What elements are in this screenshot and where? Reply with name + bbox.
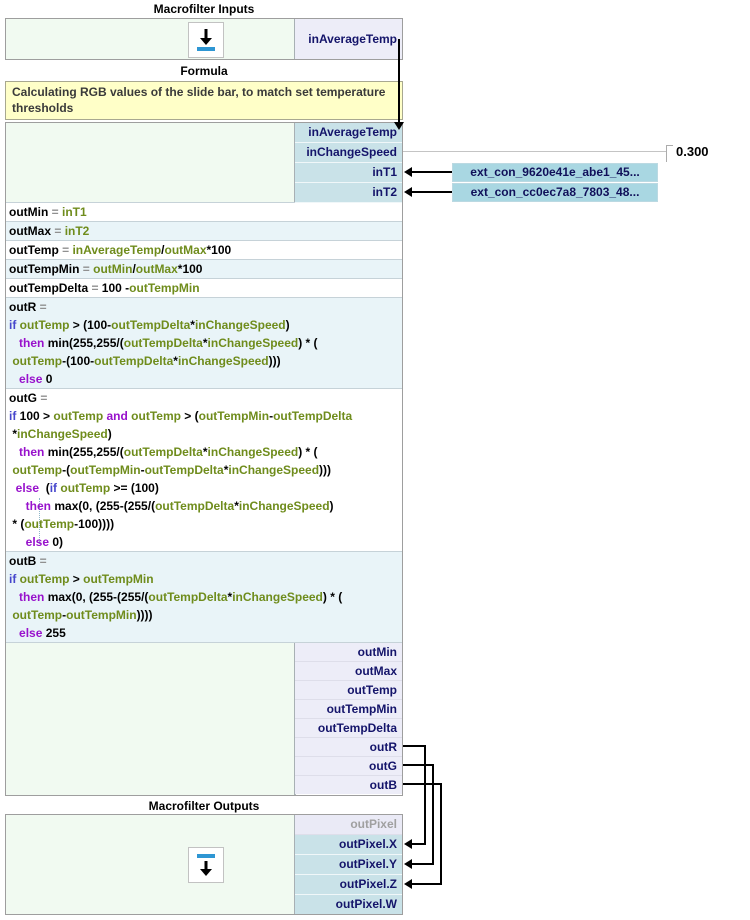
port-inChangeSpeed[interactable]: inChangeSpeed	[295, 143, 402, 163]
code-line: then max(0, (255-(255/(outTempDelta*inCh…	[9, 588, 402, 606]
code-line: *inChangeSpeed)	[9, 425, 402, 443]
formula-body-background	[6, 123, 296, 202]
formula-row-outR[interactable]: outR =if outTemp > (100-outTempDelta*inC…	[6, 298, 402, 389]
code-line: else (if outTemp >= (100)	[9, 479, 402, 497]
code-line: outTemp-(100-outTempDelta*inChangeSpeed)…	[9, 352, 402, 370]
connection-outG-outPixelY[interactable]	[412, 863, 434, 865]
code-line: outTempMin = outMin/outMax*100	[9, 260, 402, 278]
formula-block-title: Formula	[5, 64, 403, 78]
port-inAverageTemp-source[interactable]: inAverageTemp	[294, 19, 402, 59]
formula-row-outTemp[interactable]: outTemp = inAverageTemp/outMax*100	[6, 241, 402, 260]
code-line: else 255	[9, 624, 402, 642]
macrofilter-inputs-block[interactable]: inAverageTemp	[5, 18, 403, 60]
formula-row-outTempDelta[interactable]: outTempDelta = 100 -outTempMin	[6, 279, 402, 298]
code-line: then min(255,255/(outTempDelta*inChangeS…	[9, 443, 402, 461]
port-inT1[interactable]: inT1	[295, 163, 402, 183]
arrow-into-bar-icon	[190, 24, 222, 56]
value-bracket-glyph	[666, 145, 673, 162]
formula-row-outMin[interactable]: outMin = inT1	[6, 203, 402, 222]
port-inAverageTemp[interactable]: inAverageTemp	[295, 123, 402, 143]
arrowhead-down-icon	[394, 122, 404, 130]
connection-outB-outPixelZ[interactable]	[412, 883, 442, 885]
code-line: outTempDelta = 100 -outTempMin	[9, 279, 402, 297]
macrofilter-diagram: Macrofilter Inputs inAverageTemp Formula…	[0, 0, 750, 920]
formula-input-port-column: inAverageTempinChangeSpeedinT1inT2	[294, 123, 402, 202]
code-line: outTemp = inAverageTemp/outMax*100	[9, 241, 402, 259]
arrowhead-left-icon	[404, 187, 412, 197]
connection-inT2[interactable]	[412, 191, 452, 193]
formula-output-port-column: outMinoutMaxoutTempoutTempMinoutTempDelt…	[294, 643, 402, 795]
inChangeSpeed-constant-value[interactable]: 0.300	[676, 144, 709, 159]
connection-outG-outPixelY[interactable]	[432, 764, 434, 865]
formula-comment[interactable]: Calculating RGB values of the slide bar,…	[5, 81, 403, 120]
port-outMax[interactable]: outMax	[295, 662, 402, 681]
port-inT2[interactable]: inT2	[295, 183, 402, 203]
code-line: outTemp-(outTempMin-outTempDelta*inChang…	[9, 461, 402, 479]
code-line: outG =	[9, 389, 402, 407]
formula-output-ports-area: outMinoutMaxoutTempoutTempMinoutTempDelt…	[6, 643, 402, 795]
port-outTemp[interactable]: outTemp	[295, 681, 402, 700]
code-line: else 0	[9, 370, 402, 388]
formula-row-outG[interactable]: outG =if 100 > outTemp and outTemp > (ou…	[6, 389, 402, 552]
bar-into-arrow-icon	[190, 849, 222, 881]
port-outPixel.X[interactable]: outPixel.X	[295, 835, 402, 855]
code-line: else 0)	[9, 533, 402, 551]
formula-input-ports-area: inAverageTempinChangeSpeedinT1inT2	[6, 123, 402, 203]
port-outR[interactable]: outR	[295, 738, 402, 757]
code-line: outTemp-outTempMin))))	[9, 606, 402, 624]
formula-body-background	[6, 643, 296, 795]
formula-row-outTempMin[interactable]: outTempMin = outMin/outMax*100	[6, 260, 402, 279]
macrofilter-output-icon	[188, 847, 224, 883]
formula-row-outMax[interactable]: outMax = inT2	[6, 222, 402, 241]
code-line: outR =	[9, 298, 402, 316]
code-line: if outTemp > outTempMin	[9, 570, 402, 588]
port-outG[interactable]: outG	[295, 757, 402, 776]
code-line: outMin = inT1	[9, 203, 402, 221]
connection-outR-outPixelX[interactable]	[412, 843, 426, 845]
code-line: outMax = inT2	[9, 222, 402, 240]
ext-connection-inT2[interactable]: ext_con_cc0ec7a8_7803_48...	[452, 183, 658, 202]
connection-outG-outPixelY[interactable]	[403, 764, 434, 766]
arrowhead-left-icon	[404, 859, 412, 869]
code-line: outB =	[9, 552, 402, 570]
outputs-port-column: outPixeloutPixel.XoutPixel.YoutPixel.Zou…	[294, 815, 402, 914]
connection-outR-outPixelX[interactable]	[403, 745, 426, 747]
connection-outB-outPixelZ[interactable]	[440, 783, 442, 885]
connection-outR-outPixelX[interactable]	[424, 745, 426, 845]
port-outTempMin[interactable]: outTempMin	[295, 700, 402, 719]
connection-outB-outPixelZ[interactable]	[403, 783, 442, 785]
code-line: * (outTemp-100))))	[9, 515, 402, 533]
ext-connection-inT1[interactable]: ext_con_9620e41e_abe1_45...	[452, 163, 658, 182]
connection-inAverageTemp[interactable]	[398, 39, 400, 123]
code-line: then max(0, (255-(255/(outTempDelta*inCh…	[9, 497, 402, 515]
formula-block[interactable]: inAverageTempinChangeSpeedinT1inT2 outMi…	[5, 122, 403, 796]
arrowhead-left-icon	[404, 839, 412, 849]
port-outTempDelta[interactable]: outTempDelta	[295, 719, 402, 738]
connection-inChangeSpeed-value[interactable]	[403, 151, 666, 152]
port-outB[interactable]: outB	[295, 776, 402, 794]
connection-inT1[interactable]	[412, 171, 452, 173]
macrofilter-input-icon	[188, 22, 224, 58]
formula-row-outB[interactable]: outB =if outTemp > outTempMin then max(0…	[6, 552, 402, 643]
port-outPixel[interactable]: outPixel	[295, 815, 402, 835]
port-outPixel.Z[interactable]: outPixel.Z	[295, 875, 402, 895]
port-outPixel.W[interactable]: outPixel.W	[295, 895, 402, 914]
code-line: if outTemp > (100-outTempDelta*inChangeS…	[9, 316, 402, 334]
outputs-block-title: Macrofilter Outputs	[5, 799, 403, 813]
code-line: then min(255,255/(outTempDelta*inChangeS…	[9, 334, 402, 352]
port-outPixel.Y[interactable]: outPixel.Y	[295, 855, 402, 875]
code-line: if 100 > outTemp and outTemp > (outTempM…	[9, 407, 402, 425]
arrowhead-left-icon	[404, 167, 412, 177]
formula-code-area: outMin = inT1outMax = inT2outTemp = inAv…	[6, 203, 402, 643]
port-outMin[interactable]: outMin	[295, 643, 402, 662]
macrofilter-outputs-block[interactable]: outPixeloutPixel.XoutPixel.YoutPixel.Zou…	[5, 814, 403, 915]
inputs-block-title: Macrofilter Inputs	[5, 2, 403, 16]
arrowhead-left-icon	[404, 879, 412, 889]
